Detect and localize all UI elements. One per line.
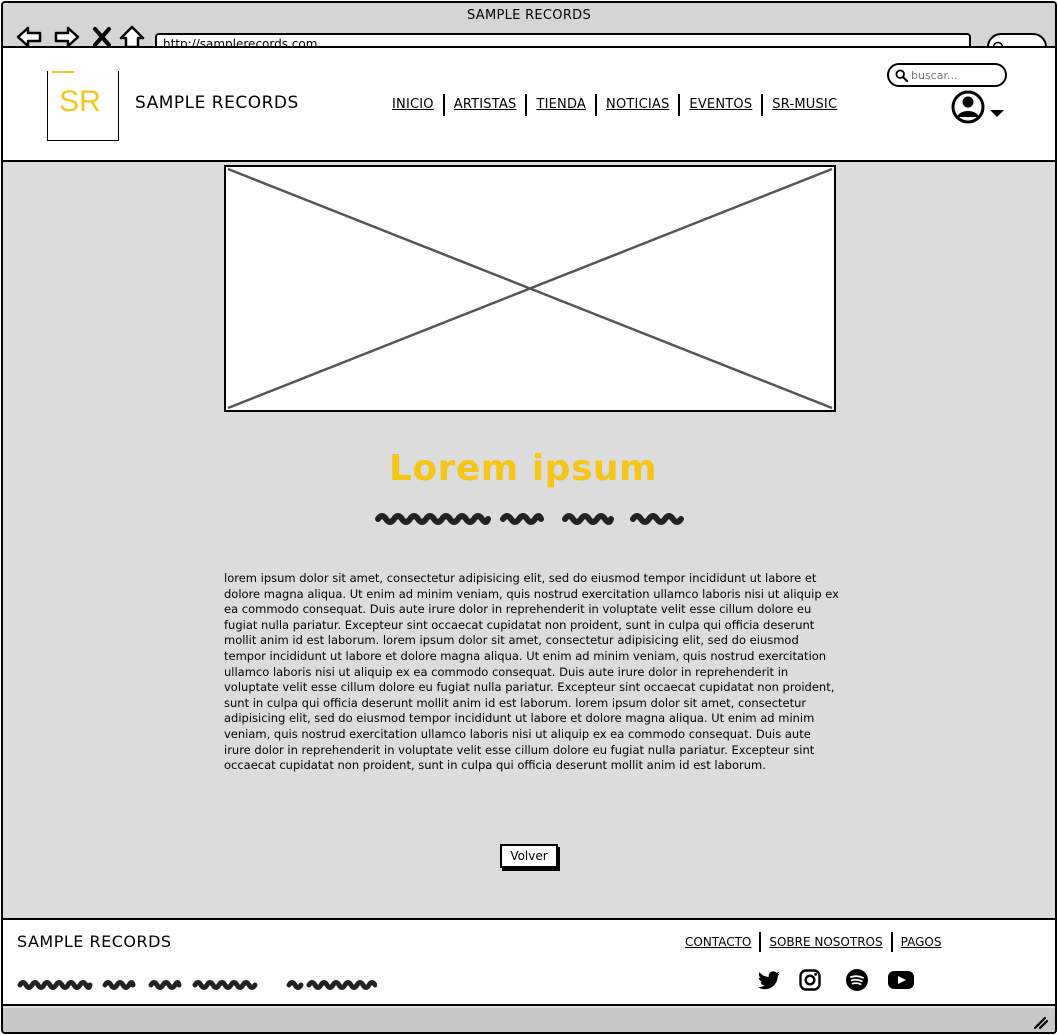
footer-link-pagos[interactable]: PAGOS [893,932,950,952]
image-placeholder [224,165,836,412]
footer-text-scribble [17,980,377,990]
twitter-icon[interactable] [757,968,781,992]
article-title: Lorem ipsum [388,448,658,489]
logo[interactable]: SR [47,71,119,141]
footer-brand-name: SAMPLE RECORDS [17,932,172,951]
nav-link-noticias[interactable]: NOTICIAS [597,94,681,116]
footer-link-contacto[interactable]: CONTACTO [677,932,762,952]
footer-nav: CONTACTO SOBRE NOSOTROS PAGOS [677,932,949,952]
article-body: lorem ipsum dolor sit amet, consectetur … [224,571,839,773]
search-box[interactable] [887,63,1007,87]
youtube-icon[interactable] [887,968,915,992]
spotify-icon[interactable] [845,968,869,992]
search-icon [895,69,908,82]
nav-link-sr-music[interactable]: SR-MUSIC [763,94,846,116]
chevron-down-icon [990,110,1004,117]
resize-grip-icon[interactable] [1031,1014,1049,1030]
user-menu[interactable] [949,90,1007,124]
nav-link-eventos[interactable]: EVENTOS [680,94,764,116]
status-bar [3,1008,1055,1032]
nav-link-tienda[interactable]: TIENDA [527,94,598,116]
logo-accent-line [52,71,74,73]
instagram-icon[interactable] [798,968,822,992]
browser-window: SAMPLE RECORDS http://samplerecords.com … [1,1,1057,1034]
user-avatar-icon [951,90,985,124]
subtitle-scribble [375,513,684,525]
nav-link-inicio[interactable]: INICIO [383,94,445,116]
logo-text: SR [59,85,101,118]
site-header: SR SAMPLE RECORDS INICIO ARTISTAS TIENDA… [3,46,1055,162]
footer-link-sobre-nosotros[interactable]: SOBRE NOSOTROS [761,932,893,952]
site-footer: SAMPLE RECORDS CONTACTO SOBRE NOSOTROS P… [3,918,1055,1006]
browser-chrome: SAMPLE RECORDS http://samplerecords.com [3,3,1055,57]
main-nav: INICIO ARTISTAS TIENDA NOTICIAS EVENTOS … [383,94,846,116]
nav-link-artistas[interactable]: ARTISTAS [445,94,528,116]
search-input[interactable] [911,66,1001,84]
back-button[interactable]: Volver [500,844,558,868]
brand-name: SAMPLE RECORDS [135,93,299,113]
window-title: SAMPLE RECORDS [466,8,592,23]
